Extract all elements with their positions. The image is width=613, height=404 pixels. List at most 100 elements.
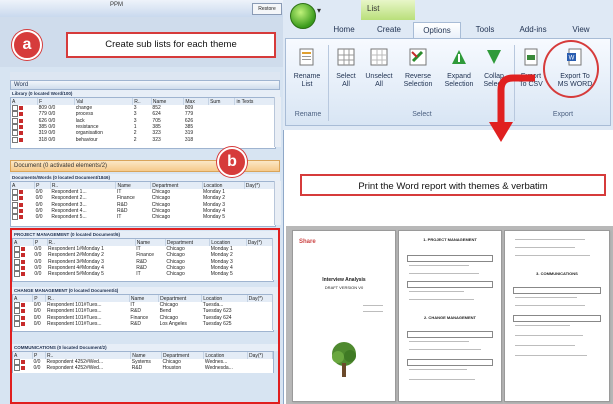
callout-a: a Create sub lists for each theme [12,30,276,60]
row-checkbox[interactable] [12,111,18,118]
status-square-icon [19,202,24,207]
red-arrow-icon [489,74,535,142]
table-row[interactable]: 318 0/0 behaviour 2 323 318 [11,136,275,143]
reverse-selection-icon [409,48,427,66]
status-square-icon [19,124,24,129]
tab-add-ins[interactable]: Add-ins [509,22,557,38]
panel-toolbar [10,72,280,80]
tab-options[interactable]: Options [413,22,461,38]
row-checkbox[interactable] [12,195,18,202]
sublists-highlight-frame [10,228,280,404]
docs-grid[interactable]: A P R.. Name Department Location Day(*) 0/0 Res… [10,181,276,227]
table-cell: Chicago [151,214,171,221]
table-cell: IT [116,214,122,221]
status-square-icon [19,208,24,213]
word-grid-scrollbar[interactable] [274,97,281,147]
cover-subtitle: DRAFT VERSION V0 [324,285,364,290]
word-panel-title: Word [14,82,29,88]
context-tab-list: List [361,0,415,20]
table-cell: 318 0/0 [38,136,56,143]
status-square-icon [19,112,24,117]
csv-file-icon [524,48,538,66]
expand-icon [452,50,466,64]
column-header[interactable]: Name [151,98,185,105]
ribbon-tab-row: Home Create Options Tools Add-ins View [283,22,613,38]
cover-logo: Share [299,239,316,245]
row-checkbox[interactable] [12,189,18,195]
column-header[interactable]: Name [115,182,152,189]
expand-selection-button[interactable]: Expand Selection [440,47,478,89]
status-square-icon [19,131,24,136]
table-cell: 318 [184,136,194,143]
column-header[interactable]: A [11,98,39,105]
badge-b: b [217,147,247,177]
row-checkbox[interactable] [12,214,18,221]
docs-grid-scrollbar[interactable] [274,181,281,225]
page2-heading-1: 1. PROJECT MANAGEMENT [423,237,477,242]
row-checkbox[interactable] [12,130,18,137]
word-library-subheader: Library (0 located Word/100) [10,90,280,97]
row-checkbox[interactable] [12,117,18,124]
status-square-icon [19,190,24,194]
status-square-icon [19,137,24,142]
row-checkbox[interactable] [12,123,18,130]
column-header[interactable]: Day(*) [244,182,275,189]
window-title: PPM [110,2,124,8]
row-checkbox[interactable] [12,201,18,208]
column-header[interactable]: Sum [208,98,236,105]
callout-b-text: Print the Word report with themes & verb… [300,174,606,196]
docs-subheader: Documents/Words (0 located Document/1846… [10,174,280,181]
column-header[interactable]: Department [150,182,203,189]
word-grid[interactable]: A F Val R.. Name Max Sum in Texts 809 0/0 change… [10,97,276,149]
table-cell: 2 [133,136,137,143]
restore-button[interactable]: Restore [252,3,282,15]
select-all-icon [337,48,355,66]
column-header[interactable]: R.. [132,98,152,105]
status-square-icon [19,118,24,123]
column-header[interactable]: Val [74,98,134,105]
word-pages-preview: Share Interview Analysis DRAFT VERSION V… [286,226,613,404]
status-square-icon [19,196,24,201]
unselect-all-icon [370,48,388,66]
tab-view[interactable]: View [561,22,601,38]
table-cell: behaviour [75,136,98,143]
table-cell: 323 [152,136,161,143]
row-checkbox[interactable] [12,105,18,111]
badge-a: a [12,30,42,60]
word-panel-header: Word [10,80,280,90]
left-app-window: PPM Restore a Create sub lists for each … [0,0,284,404]
tab-home[interactable]: Home [323,22,365,38]
column-header[interactable]: R.. [50,182,117,189]
page3-heading-1: 3. COMMUNICATIONS [536,271,578,276]
collapse-icon [487,50,501,64]
rename-list-button[interactable]: Rename List [290,47,324,89]
page-themes-1: 1. PROJECT MANAGEMENT 2. CHANGE MANAGEME… [398,230,502,402]
cover-title: Interview Analysis [322,277,366,283]
callout-a-text: Create sub lists for each theme [66,32,276,58]
unselect-all-button[interactable]: Unselect All [362,47,396,89]
column-header[interactable]: F [37,98,76,105]
page-cover: Share Interview Analysis DRAFT VERSION V… [292,230,396,402]
tree-icon [332,342,356,377]
column-header[interactable]: Max [183,98,210,105]
column-header[interactable]: A [11,182,36,189]
row-checkbox[interactable] [12,136,18,143]
column-header[interactable]: in Texts [234,98,275,105]
tab-tools[interactable]: Tools [465,22,505,38]
page2-heading-2: 2. CHANGE MANAGEMENT [423,315,476,320]
tab-create[interactable]: Create [367,22,411,38]
rename-icon [299,48,314,66]
export-word-highlight-circle [543,40,599,98]
status-square-icon [19,215,24,220]
column-header[interactable]: P [34,182,51,189]
select-all-button[interactable]: Select All [332,47,360,89]
reverse-selection-button[interactable]: Reverse Selection [398,47,438,89]
group-label-rename: Rename [294,111,322,118]
quick-access-dropdown-icon[interactable]: ▾ [317,6,321,15]
table-cell: Monday 5 [203,214,226,221]
ribbon-window: ▾ List Home Create Options Tools Add-ins… [283,0,613,142]
status-square-icon [19,106,24,110]
column-header[interactable]: Location [202,182,245,189]
table-row[interactable]: 0/0 Respondent 5... IT Chicago Monday 5 [11,214,275,220]
row-checkbox[interactable] [12,207,18,214]
